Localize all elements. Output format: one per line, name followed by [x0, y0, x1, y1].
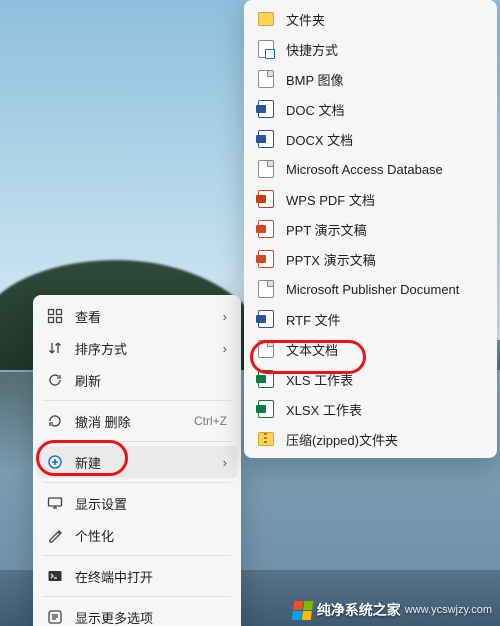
new-item-zip[interactable]: 压缩(zipped)文件夹	[248, 424, 493, 454]
new-item-ppt-label: PPT 演示文稿	[286, 220, 483, 239]
menu-show-more[interactable]: 显示更多选项	[37, 601, 237, 626]
personalize-icon	[47, 527, 63, 543]
new-item-folder-label: 文件夹	[286, 10, 483, 29]
new-item-wpspdf[interactable]: WPS PDF 文档	[248, 184, 493, 214]
sort-icon	[47, 340, 63, 356]
menu-separator	[43, 596, 231, 597]
menu-sort-label: 排序方式	[75, 339, 217, 358]
new-item-publisher[interactable]: Microsoft Publisher Document	[248, 274, 493, 304]
new-item-pptx[interactable]: PPTX 演示文稿	[248, 244, 493, 274]
windows-logo-icon	[291, 601, 313, 620]
xlsx-file-icon	[258, 401, 274, 417]
menu-terminal-label: 在终端中打开	[75, 567, 227, 586]
txt-file-icon	[258, 341, 274, 357]
new-item-doc-label: DOC 文档	[286, 100, 483, 119]
menu-terminal[interactable]: 在终端中打开	[37, 560, 237, 592]
new-item-xlsx-label: XLSX 工作表	[286, 400, 483, 419]
chevron-right-icon: ›	[223, 455, 227, 470]
menu-personalize[interactable]: 个性化	[37, 519, 237, 551]
rtf-file-icon	[258, 311, 274, 327]
new-item-publisher-label: Microsoft Publisher Document	[286, 282, 483, 297]
display-icon	[47, 495, 63, 511]
new-icon	[47, 454, 63, 470]
refresh-icon	[47, 372, 63, 388]
folder-file-icon	[258, 11, 274, 27]
menu-separator	[43, 482, 231, 483]
new-item-docx-label: DOCX 文档	[286, 130, 483, 149]
new-item-rtf[interactable]: RTF 文件	[248, 304, 493, 334]
menu-more-label: 显示更多选项	[75, 608, 227, 626]
menu-refresh-label: 刷新	[75, 371, 227, 390]
new-item-xlsx[interactable]: XLSX 工作表	[248, 394, 493, 424]
menu-refresh[interactable]: 刷新	[37, 364, 237, 396]
menu-new[interactable]: 新建 ›	[37, 446, 237, 478]
new-item-ppt[interactable]: PPT 演示文稿	[248, 214, 493, 244]
new-item-access[interactable]: Microsoft Access Database	[248, 154, 493, 184]
doc-file-icon	[258, 101, 274, 117]
menu-sort[interactable]: 排序方式 ›	[37, 332, 237, 364]
new-item-zip-label: 压缩(zipped)文件夹	[286, 430, 483, 449]
new-item-xls[interactable]: XLS 工作表	[248, 364, 493, 394]
menu-display-label: 显示设置	[75, 494, 227, 513]
menu-personalize-label: 个性化	[75, 526, 227, 545]
publisher-file-icon	[258, 281, 274, 297]
menu-new-label: 新建	[75, 453, 217, 472]
ppt-file-icon	[258, 221, 274, 237]
wpspdf-file-icon	[258, 191, 274, 207]
new-item-bmp[interactable]: BMP 图像	[248, 64, 493, 94]
menu-separator	[43, 555, 231, 556]
undo-icon	[47, 413, 63, 429]
docx-file-icon	[258, 131, 274, 147]
new-item-pptx-label: PPTX 演示文稿	[286, 250, 483, 269]
menu-undo-shortcut: Ctrl+Z	[194, 414, 227, 428]
shortcut-file-icon	[258, 41, 274, 57]
xls-file-icon	[258, 371, 274, 387]
menu-undo[interactable]: 撤消 删除 Ctrl+Z	[37, 405, 237, 437]
new-item-wpspdf-label: WPS PDF 文档	[286, 190, 483, 209]
menu-separator	[43, 400, 231, 401]
new-item-rtf-label: RTF 文件	[286, 310, 483, 329]
new-item-bmp-label: BMP 图像	[286, 70, 483, 89]
watermark: 纯净系统之家 www.ycswjzy.com	[293, 600, 492, 620]
desktop-wallpaper: 查看 › 排序方式 › 刷新	[0, 0, 500, 626]
watermark-url: www.ycswjzy.com	[405, 604, 492, 616]
new-item-txt-label: 文本文档	[286, 340, 483, 359]
menu-undo-label: 撤消 删除	[75, 412, 194, 431]
desktop-context-menu: 查看 › 排序方式 › 刷新	[33, 295, 241, 626]
menu-view[interactable]: 查看 ›	[37, 300, 237, 332]
more-options-icon	[47, 609, 63, 625]
pptx-file-icon	[258, 251, 274, 267]
view-icon	[47, 308, 63, 324]
watermark-brand: 纯净系统之家	[317, 600, 401, 620]
chevron-right-icon: ›	[223, 341, 227, 356]
new-item-docx[interactable]: DOCX 文档	[248, 124, 493, 154]
menu-separator	[43, 441, 231, 442]
terminal-icon	[47, 568, 63, 584]
new-item-doc[interactable]: DOC 文档	[248, 94, 493, 124]
menu-display-settings[interactable]: 显示设置	[37, 487, 237, 519]
new-item-shortcut[interactable]: 快捷方式	[248, 34, 493, 64]
menu-view-label: 查看	[75, 307, 217, 326]
chevron-right-icon: ›	[223, 309, 227, 324]
new-item-xls-label: XLS 工作表	[286, 370, 483, 389]
access-file-icon	[258, 161, 274, 177]
new-item-txt[interactable]: 文本文档	[248, 334, 493, 364]
new-submenu: 文件夹快捷方式 BMP 图像 DOC 文档 DOCX 文档 Microsoft Acce…	[244, 0, 497, 458]
new-item-shortcut-label: 快捷方式	[286, 40, 483, 59]
bmp-file-icon	[258, 71, 274, 87]
new-item-folder[interactable]: 文件夹	[248, 4, 493, 34]
new-item-access-label: Microsoft Access Database	[286, 162, 483, 177]
zip-file-icon	[258, 431, 274, 447]
